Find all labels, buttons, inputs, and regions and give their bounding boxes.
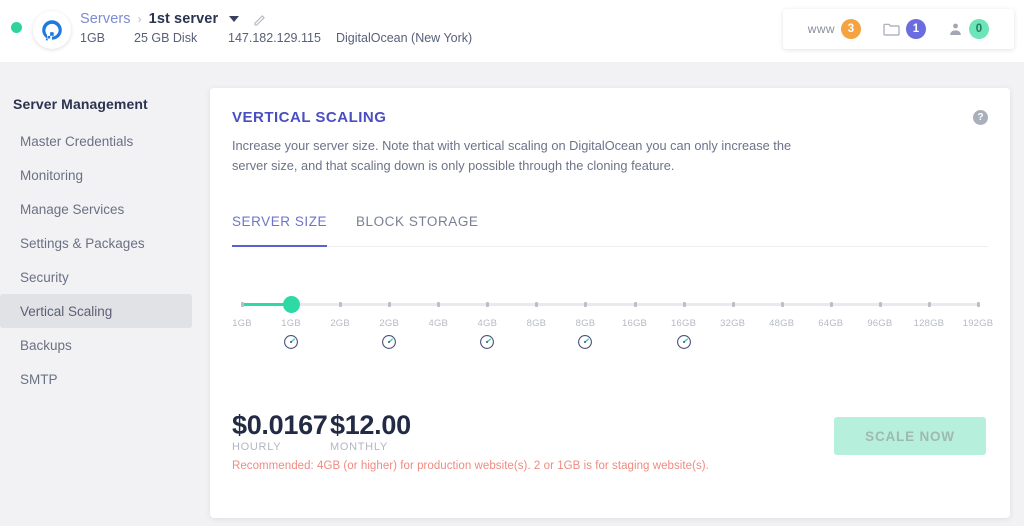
slider-thumb[interactable]	[283, 296, 300, 313]
folder-icon	[883, 22, 900, 36]
help-icon[interactable]: ?	[973, 110, 988, 125]
sidebar-item-label: Security	[20, 270, 69, 285]
sidebar-item-manage-services[interactable]: Manage Services	[0, 192, 192, 226]
vertical-scaling-card: VERTICAL SCALING ? Increase your server …	[210, 88, 1010, 518]
price-hourly-amount: $0.0167	[232, 410, 328, 440]
slider-tick[interactable]	[732, 302, 735, 307]
sidebar-title: Server Management	[13, 96, 148, 112]
badge-team-members[interactable]: 0	[948, 19, 989, 39]
slider-tick[interactable]	[339, 302, 342, 307]
sidebar-item-label: Monitoring	[20, 168, 83, 183]
digitalocean-logo-icon	[33, 11, 71, 49]
top-badges: www 3 1 0	[783, 9, 1014, 49]
server-status-dot	[11, 22, 22, 33]
tab-server-size[interactable]: SERVER SIZE	[232, 214, 327, 247]
slider-tick[interactable]	[634, 302, 637, 307]
breadcrumb-servers-link[interactable]: Servers	[80, 11, 131, 27]
slider-tick-label: 48GB	[769, 318, 794, 329]
slider-tick-label: 16GB	[622, 318, 647, 329]
price-monthly: $12.00 MONTHLY	[330, 410, 411, 453]
top-bar: Servers › 1st server 1GB 25 GB Disk 147.…	[0, 0, 1024, 62]
tab-bar: SERVER SIZE BLOCK STORAGE	[232, 214, 988, 247]
sidebar-item-security[interactable]: Security	[0, 260, 192, 294]
pencil-edit-icon[interactable]	[253, 12, 267, 26]
card-description: Increase your server size. Note that wit…	[232, 136, 792, 176]
slider-tick[interactable]	[928, 302, 931, 307]
slider-tick[interactable]	[584, 302, 587, 307]
price-hourly-label: HOURLY	[232, 441, 328, 453]
sidebar-item-vertical-scaling[interactable]: Vertical Scaling	[0, 294, 192, 328]
server-disk: 25 GB Disk	[134, 31, 197, 45]
badge-team-members-count: 0	[969, 19, 989, 39]
badge-applications-count: 3	[841, 19, 861, 39]
slider-tick-label: 1GB	[232, 318, 252, 329]
breadcrumb-separator: ›	[138, 12, 142, 26]
sidebar: Server Management Master Credentials Moni…	[0, 62, 200, 526]
recommendation-note: Recommended: 4GB (or higher) for product…	[232, 460, 709, 472]
tab-block-storage[interactable]: BLOCK STORAGE	[356, 214, 478, 247]
speedometer-icon	[283, 334, 299, 350]
price-monthly-amount: $12.00	[330, 410, 411, 440]
slider-tick-label: 128GB	[914, 318, 945, 329]
sidebar-item-label: Master Credentials	[20, 134, 133, 149]
scale-now-button[interactable]: SCALE NOW	[834, 417, 986, 455]
speedometer-icon	[676, 334, 692, 350]
server-ip: 147.182.129.115	[228, 31, 321, 45]
www-label: www	[808, 22, 835, 36]
slider-tick-label: 192GB	[963, 318, 994, 329]
sidebar-item-master-credentials[interactable]: Master Credentials	[0, 124, 192, 158]
price-hourly: $0.0167 HOURLY	[232, 410, 328, 453]
server-size-slider[interactable]: 1GB 1GB 2GB 2GB 4GB 4GB 8GB 8GB 16GB 16GB 32GB 48GB…	[232, 283, 988, 383]
slider-tick-label: 4GB	[428, 318, 448, 329]
slider-tick[interactable]	[437, 302, 440, 307]
sidebar-item-label: Manage Services	[20, 202, 124, 217]
slider-tick[interactable]	[879, 302, 882, 307]
slider-tick-label: 32GB	[720, 318, 745, 329]
slider-tick[interactable]	[241, 302, 244, 307]
chevron-down-icon[interactable]	[229, 16, 239, 22]
sidebar-item-label: Backups	[20, 338, 72, 353]
slider-tick[interactable]	[486, 302, 489, 307]
slider-tick-label: 2GB	[379, 318, 399, 329]
sidebar-item-smtp[interactable]: SMTP	[0, 362, 192, 396]
server-ram: 1GB	[80, 31, 105, 45]
breadcrumb-current-server: 1st server	[149, 11, 219, 27]
slider-tick-label: 8GB	[576, 318, 596, 329]
sidebar-item-monitoring[interactable]: Monitoring	[0, 158, 192, 192]
badge-applications[interactable]: www 3	[808, 19, 861, 39]
server-provider: DigitalOcean (New York)	[336, 31, 472, 45]
slider-tick[interactable]	[781, 302, 784, 307]
breadcrumb: Servers › 1st server	[80, 9, 267, 29]
slider-tick-label: 1GB	[281, 318, 301, 329]
user-icon	[948, 22, 963, 37]
slider-track[interactable]	[242, 303, 978, 306]
slider-tick-label: 2GB	[330, 318, 350, 329]
price-monthly-label: MONTHLY	[330, 441, 411, 453]
badge-projects-count: 1	[906, 19, 926, 39]
page-title: VERTICAL SCALING	[232, 109, 386, 126]
sidebar-item-backups[interactable]: Backups	[0, 328, 192, 362]
speedometer-icon	[479, 334, 495, 350]
slider-tick-label: 8GB	[527, 318, 547, 329]
slider-tick-label: 4GB	[478, 318, 498, 329]
speedometer-icon	[577, 334, 593, 350]
badge-projects[interactable]: 1	[883, 19, 926, 39]
slider-tick-label: 16GB	[671, 318, 696, 329]
slider-tick-label: 64GB	[818, 318, 843, 329]
slider-tick[interactable]	[683, 302, 686, 307]
slider-tick[interactable]	[977, 302, 980, 307]
sidebar-item-label: Settings & Packages	[20, 236, 145, 251]
slider-tick[interactable]	[388, 302, 391, 307]
speedometer-icon	[381, 334, 397, 350]
slider-tick-label: 96GB	[867, 318, 892, 329]
sidebar-nav-list: Master Credentials Monitoring Manage Servi…	[0, 124, 192, 396]
sidebar-item-label: SMTP	[20, 372, 58, 387]
slider-tick[interactable]	[535, 302, 538, 307]
sidebar-item-settings-packages[interactable]: Settings & Packages	[0, 226, 192, 260]
slider-tick[interactable]	[830, 302, 833, 307]
sidebar-item-label: Vertical Scaling	[20, 304, 112, 319]
